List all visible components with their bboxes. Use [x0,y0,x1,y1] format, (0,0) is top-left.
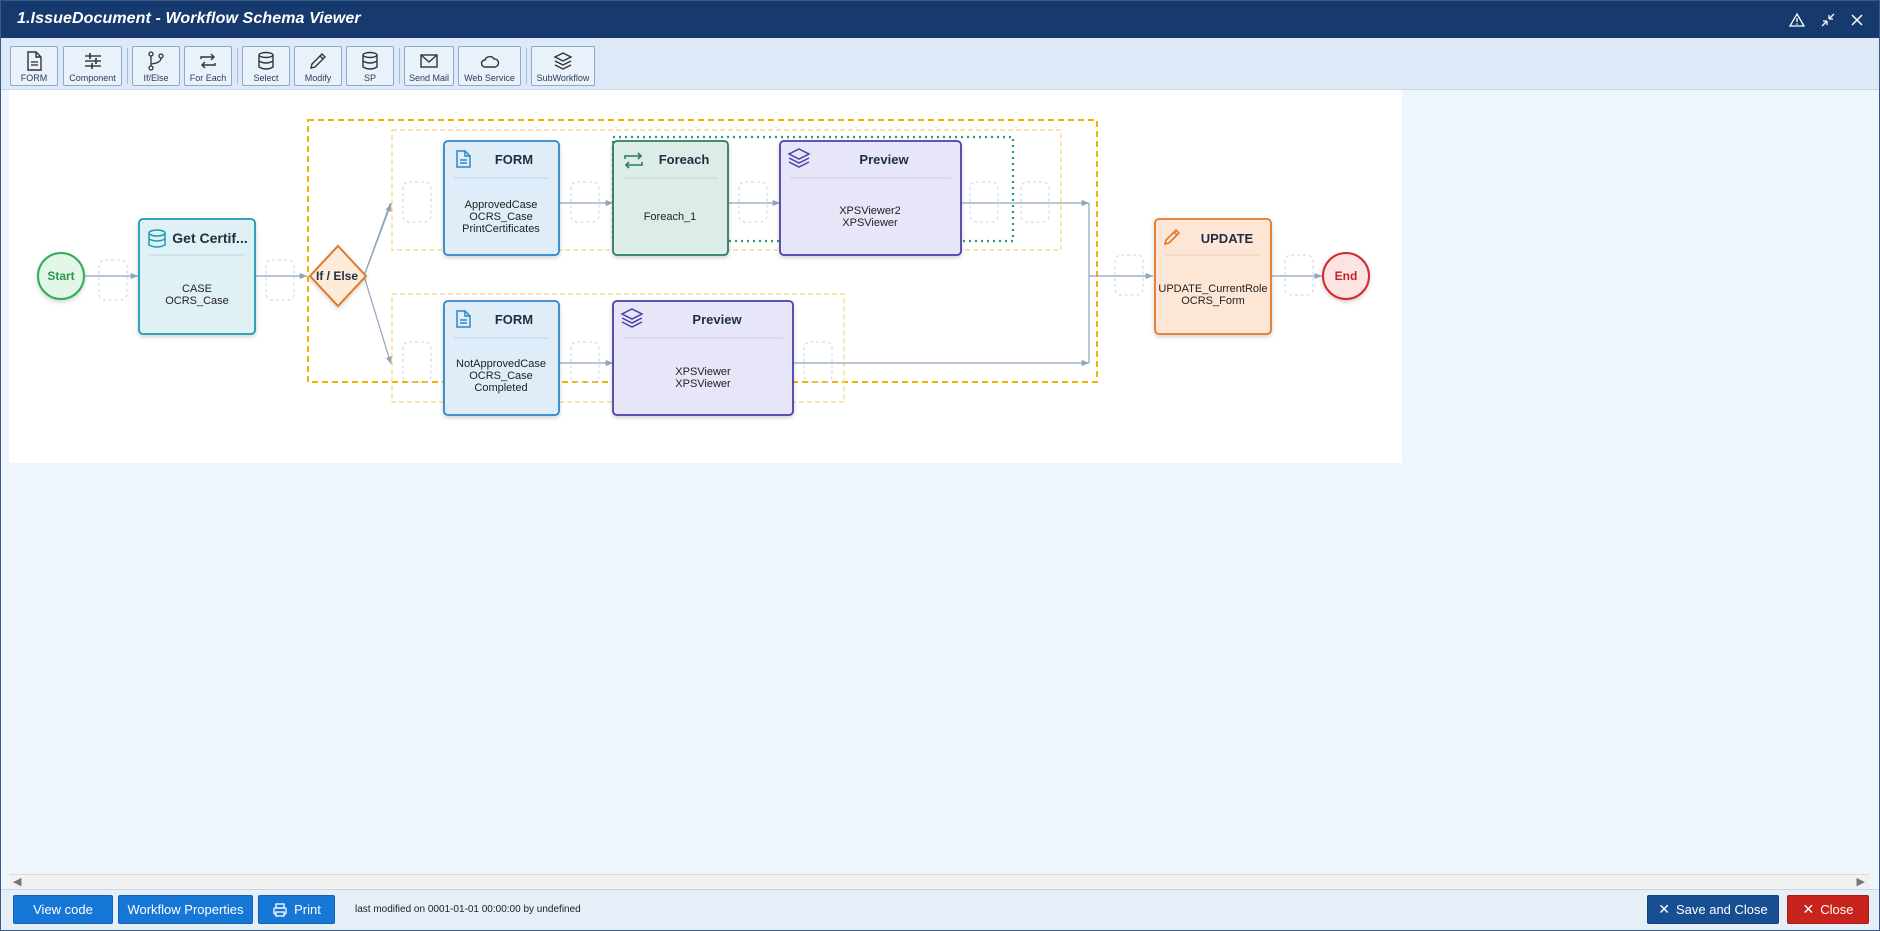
title-bar: 1.IssueDocument - Workflow Schema Viewer [1,1,1879,38]
node-line: XPSViewer2 [839,205,901,217]
mail-icon [420,54,438,68]
toolbar-modify-button[interactable]: Modify [294,46,342,86]
update-node[interactable]: UPDATE UPDATE_CurrentRole OCRS_Form [1154,218,1272,335]
toolbar-sp-button[interactable]: SP [346,46,394,86]
loop-icon [200,53,216,69]
node-line: ApprovedCase [465,199,538,211]
node-line: OCRS_Case [165,295,229,307]
view-code-button[interactable]: View code [13,895,113,924]
toolbar-label: Web Service [464,73,515,83]
end-node[interactable]: End [1322,252,1370,300]
pencil-icon [310,53,326,69]
branch-icon [148,51,164,71]
preview-2-node[interactable]: Preview XPSViewer XPSViewer [612,300,794,416]
toolbar-ifelse-button[interactable]: If/Else [132,46,180,86]
node-title: Preview [859,152,909,167]
node-title: Foreach [659,152,710,167]
horizontal-scrollbar[interactable]: ◀ ▶ [9,874,1869,888]
node-line: XPSViewer [675,366,731,378]
toolbar-label: Component [69,73,116,83]
toolbar: FORM Component If/Else For Each Select M… [1,38,1879,90]
end-label: End [1335,269,1358,283]
cloud-icon [480,55,499,68]
toolbar-label: Modify [304,73,332,83]
node-line: Completed [474,382,527,394]
node-line: CASE [182,283,212,295]
close-icon: ✕ [1802,901,1815,917]
node-line: Foreach_1 [644,211,697,223]
canvas-area: Start Get Certif... CASE OCRS_Case If / … [1,90,1879,876]
toolbar-separator [237,48,238,84]
workflow-schema-viewer-window: 1.IssueDocument - Workflow Schema Viewer… [0,0,1880,931]
toolbar-label: For Each [189,73,227,83]
warning-icon[interactable] [1787,10,1807,30]
toolbar-select-button[interactable]: Select [242,46,290,86]
printer-icon [273,902,287,917]
toolbar-label: Select [253,73,279,83]
toolbar-send-mail-button[interactable]: Send Mail [404,46,454,86]
print-button[interactable]: Print [258,895,335,924]
node-title: FORM [495,152,533,167]
start-label: Start [47,269,74,283]
node-title: UPDATE [1201,231,1254,246]
window-title: 1.IssueDocument - Workflow Schema Viewer [17,10,361,27]
save-and-close-button[interactable]: ✕ Save and Close [1647,895,1779,924]
workflow-diagram: Start Get Certif... CASE OCRS_Case If / … [37,119,1370,416]
save-close-label: Save and Close [1675,902,1768,917]
last-modified-text: last modified on 0001-01-01 00:00:00 by … [355,904,581,915]
workflow-properties-button[interactable]: Workflow Properties [118,895,253,924]
node-line: OCRS_Case [469,211,533,223]
node-title: FORM [495,312,533,327]
node-line: OCRS_Case [469,370,533,382]
node-line: NotApprovedCase [456,358,546,370]
node-line: UPDATE_CurrentRole [1158,283,1267,295]
form-icon [27,51,42,71]
node-title: Get Certif... [172,230,247,246]
form-approved-node[interactable]: FORM ApprovedCase OCRS_Case PrintCertifi… [443,140,560,256]
node-line: OCRS_Form [1181,295,1245,307]
print-label: Print [294,902,321,917]
scroll-right-icon[interactable]: ▶ [1857,875,1865,888]
database-icon [258,51,274,70]
footer-bar: View code Workflow Properties Print last… [1,889,1879,930]
form-notapproved-node[interactable]: FORM NotApprovedCase OCRS_Case Completed [443,300,560,416]
sliders-icon [84,53,101,69]
node-title: Preview [692,312,742,327]
toolbar-label: SP [363,73,376,83]
node-line: XPSViewer [675,378,731,390]
ifelse-node[interactable]: If / Else [308,244,368,308]
scroll-left-icon[interactable]: ◀ [13,875,21,888]
toolbar-component-button[interactable]: Component [63,46,122,86]
foreach-node[interactable]: Foreach Foreach_1 [612,140,729,256]
layers-icon [553,52,573,70]
database-icon [362,51,378,70]
preview-1-node[interactable]: Preview XPSViewer2 XPSViewer [779,140,962,256]
toolbar-foreach-button[interactable]: For Each [184,46,232,86]
toolbar-separator [399,48,400,84]
node-title: If / Else [316,269,358,283]
close-icon: ✕ [1658,901,1670,917]
close-icon[interactable] [1847,10,1867,30]
toolbar-form-button[interactable]: FORM [10,46,58,86]
workflow-canvas: Start Get Certif... CASE OCRS_Case If / … [9,90,1402,463]
toolbar-label: If/Else [143,73,169,83]
start-node[interactable]: Start [37,252,85,300]
toolbar-label: FORM [20,73,48,83]
collapse-icon[interactable] [1818,10,1838,30]
toolbar-label: SubWorkflow [536,73,590,83]
node-line: XPSViewer [842,217,898,229]
node-line: PrintCertificates [462,223,540,235]
get-certif-node[interactable]: Get Certif... CASE OCRS_Case [138,218,256,335]
toolbar-label: Send Mail [408,73,450,83]
toolbar-subworkflow-button[interactable]: SubWorkflow [531,46,595,86]
toolbar-separator [127,48,128,84]
close-label: Close [1820,902,1854,917]
toolbar-separator [526,48,527,84]
close-button[interactable]: ✕ Close [1787,895,1869,924]
toolbar-web-service-button[interactable]: Web Service [458,46,521,86]
